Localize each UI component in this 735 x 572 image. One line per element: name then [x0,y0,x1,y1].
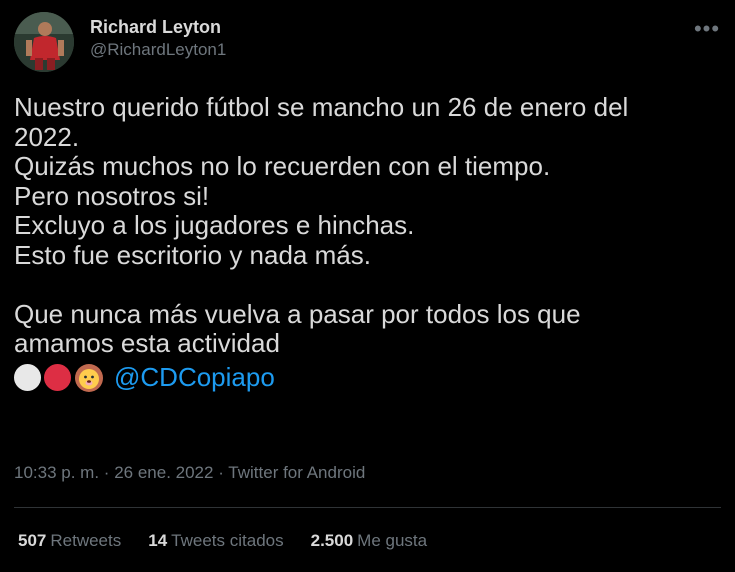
lion-face-emoji [75,363,103,392]
tweet-metadata: 10:33 p. m. · 26 ene. 2022 · Twitter for… [14,463,365,483]
avatar-image [14,12,74,72]
tweet-line: Excluyo a los jugadores e hinchas. [14,210,415,240]
tweet-stats: 507 Retweets 14 Tweets citados 2.500 Me gus… [18,531,427,551]
meta-separator: · [218,463,224,482]
author-display-name[interactable]: Richard Leyton [90,16,226,38]
retweets-count: 507 [18,531,47,550]
quotes-count: 14 [148,531,168,550]
tweet-line: Quizás muchos no lo recuerden con el tie… [14,151,551,181]
divider [14,507,721,508]
white-circle-emoji [14,364,41,391]
meta-separator: · [103,463,110,482]
quotes-stat[interactable]: 14 Tweets citados [148,531,283,551]
emoji-row: @CDCopiapo [14,361,714,395]
author-handle[interactable]: @RichardLeyton1 [90,38,226,62]
more-icon: ••• [693,16,721,41]
tweet-date[interactable]: 26 ene. 2022 [114,463,213,482]
tweet-header: Richard Leyton @RichardLeyton1 ••• [14,12,725,72]
tweet-line: Esto fue escritorio y nada más. [14,239,371,270]
tweet-text: Nuestro querido fútbol se mancho un 26 d… [14,92,714,395]
quotes-label: Tweets citados [171,531,284,550]
tweet-line: Nuestro querido fútbol se mancho un 26 d… [14,92,629,122]
red-circle-emoji [44,364,71,391]
mention-link[interactable]: @CDCopiapo [114,362,275,393]
likes-label: Me gusta [357,531,428,550]
tweet-line: amamos esta actividad [14,328,280,358]
retweets-stat[interactable]: 507 Retweets [18,531,121,551]
likes-stat[interactable]: 2.500 Me gusta [311,531,427,551]
tweet-source[interactable]: Twitter for Android [228,463,365,482]
more-button[interactable]: ••• [689,14,725,44]
tweet-line: Pero nosotros si! [14,180,210,211]
tweet-time[interactable]: 10:33 p. m. [14,463,99,482]
tweet-line: 2022. [14,121,80,152]
avatar[interactable] [14,12,74,72]
likes-count: 2.500 [310,531,354,550]
tweet-line: Que nunca más vuelva a pasar por todos l… [14,298,581,329]
author-names: Richard Leyton @RichardLeyton1 [90,16,226,62]
retweets-label: Retweets [50,531,122,550]
